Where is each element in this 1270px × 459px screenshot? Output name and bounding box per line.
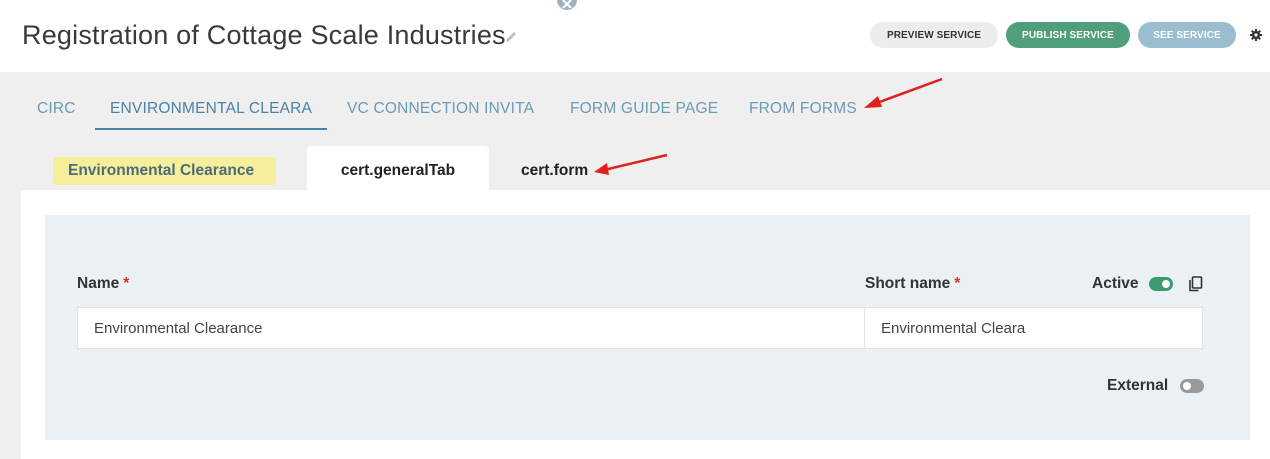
edit-pencil-icon[interactable] (504, 30, 520, 46)
tab-from-forms[interactable]: FROM FORMS (749, 100, 857, 118)
tab-vc-connection-invitation[interactable]: VC CONNECTION INVITA (347, 100, 534, 118)
page-header: Registration of Cottage Scale Industries… (0, 0, 1270, 72)
external-label: External (1107, 377, 1169, 394)
active-label: Active (1092, 275, 1139, 292)
name-label-text: Name (77, 275, 120, 292)
tab-general-label: cert.generalTab (340, 162, 456, 179)
toggle-knob (1162, 280, 1170, 288)
active-tab-indicator (95, 128, 327, 130)
tab-environmental-clearance[interactable]: ENVIRONMENTAL CLEARA (110, 100, 312, 118)
close-icon[interactable] (557, 0, 577, 10)
tab-circ[interactable]: CIRC (37, 100, 76, 118)
see-service-button[interactable]: SEE SERVICE (1138, 22, 1236, 48)
external-toggle[interactable] (1180, 379, 1204, 393)
short-name-label-text: Short name (865, 275, 951, 292)
toggle-knob (1183, 382, 1191, 390)
tab-form[interactable]: cert.form (521, 162, 588, 180)
preview-service-button[interactable]: PREVIEW SERVICE (870, 22, 998, 48)
short-name-label: Short name * (865, 275, 960, 293)
name-label: Name * (77, 275, 129, 293)
copy-icon[interactable] (1188, 276, 1203, 292)
required-marker: * (123, 275, 130, 292)
short-name-input[interactable]: Environmental Cleara (864, 307, 1203, 349)
page-title: Registration of Cottage Scale Industries (22, 20, 506, 50)
tab-general[interactable]: cert.generalTab (307, 146, 489, 192)
required-marker: * (954, 275, 961, 292)
tab-form-guide-page[interactable]: FORM GUIDE PAGE (570, 100, 718, 118)
language-tab[interactable]: Environmental Clearance (53, 157, 276, 185)
publish-service-button[interactable]: PUBLISH SERVICE (1006, 22, 1130, 48)
gear-icon[interactable] (1249, 28, 1263, 42)
name-input[interactable]: Environmental Clearance (77, 307, 865, 349)
language-tab-label: Environmental Clearance (68, 162, 255, 179)
active-toggle[interactable] (1149, 277, 1173, 291)
